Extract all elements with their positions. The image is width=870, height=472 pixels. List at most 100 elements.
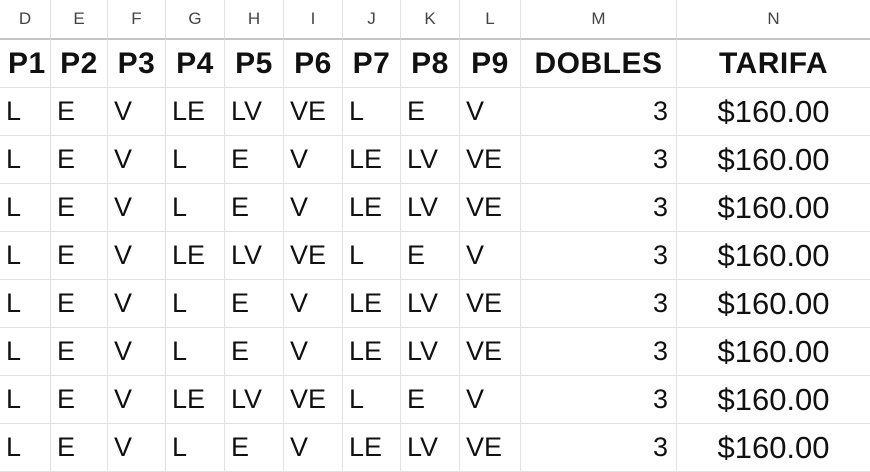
cell-p8[interactable]: LV	[401, 184, 460, 232]
cell-p1[interactable]: L	[0, 328, 51, 376]
cell-p2[interactable]: E	[51, 232, 108, 280]
cell-dobles[interactable]: 3	[521, 232, 677, 280]
cell-p5[interactable]: LV	[225, 88, 284, 136]
cell-p3[interactable]: V	[108, 232, 166, 280]
cell-tarifa[interactable]: $160.00	[677, 136, 870, 184]
cell-p6[interactable]: VE	[284, 232, 343, 280]
cell-p4[interactable]: L	[166, 280, 225, 328]
cell-p1[interactable]: L	[0, 232, 51, 280]
cell-p8[interactable]: E	[401, 376, 460, 424]
cell-p7[interactable]: L	[343, 376, 401, 424]
column-header-h[interactable]: H	[225, 0, 284, 40]
cell-p4[interactable]: LE	[166, 88, 225, 136]
cell-p7[interactable]: LE	[343, 328, 401, 376]
column-header-g[interactable]: G	[166, 0, 225, 40]
column-header-l[interactable]: L	[460, 0, 521, 40]
cell-p2[interactable]: E	[51, 280, 108, 328]
cell-p6[interactable]: V	[284, 280, 343, 328]
cell-dobles[interactable]: 3	[521, 88, 677, 136]
cell-p2[interactable]: E	[51, 328, 108, 376]
cell-tarifa[interactable]: $160.00	[677, 280, 870, 328]
cell-p2[interactable]: E	[51, 184, 108, 232]
cell-p4[interactable]: L	[166, 136, 225, 184]
cell-p6[interactable]: V	[284, 136, 343, 184]
cell-p9[interactable]: VE	[460, 136, 521, 184]
header-cell-p8[interactable]: P8	[401, 40, 460, 88]
cell-p3[interactable]: V	[108, 376, 166, 424]
cell-p9[interactable]: VE	[460, 280, 521, 328]
cell-p7[interactable]: LE	[343, 280, 401, 328]
header-cell-p2[interactable]: P2	[51, 40, 108, 88]
cell-p7[interactable]: LE	[343, 136, 401, 184]
cell-p2[interactable]: E	[51, 376, 108, 424]
cell-tarifa[interactable]: $160.00	[677, 376, 870, 424]
cell-p1[interactable]: L	[0, 376, 51, 424]
cell-p6[interactable]: V	[284, 328, 343, 376]
cell-p8[interactable]: LV	[401, 280, 460, 328]
cell-p6[interactable]: V	[284, 184, 343, 232]
cell-p5[interactable]: E	[225, 424, 284, 472]
cell-dobles[interactable]: 3	[521, 136, 677, 184]
cell-dobles[interactable]: 3	[521, 328, 677, 376]
column-header-k[interactable]: K	[401, 0, 460, 40]
cell-tarifa[interactable]: $160.00	[677, 328, 870, 376]
header-cell-p7[interactable]: P7	[343, 40, 401, 88]
header-cell-p3[interactable]: P3	[108, 40, 166, 88]
cell-p4[interactable]: L	[166, 328, 225, 376]
cell-p6[interactable]: VE	[284, 376, 343, 424]
cell-p9[interactable]: V	[460, 88, 521, 136]
cell-p4[interactable]: LE	[166, 232, 225, 280]
cell-p1[interactable]: L	[0, 88, 51, 136]
column-header-e[interactable]: E	[51, 0, 108, 40]
cell-p4[interactable]: L	[166, 424, 225, 472]
cell-p8[interactable]: LV	[401, 328, 460, 376]
cell-p7[interactable]: L	[343, 232, 401, 280]
cell-p9[interactable]: V	[460, 376, 521, 424]
cell-p5[interactable]: E	[225, 136, 284, 184]
cell-dobles[interactable]: 3	[521, 424, 677, 472]
cell-dobles[interactable]: 3	[521, 376, 677, 424]
header-cell-tarifa[interactable]: TARIFA	[677, 40, 870, 88]
cell-p7[interactable]: LE	[343, 424, 401, 472]
cell-p8[interactable]: E	[401, 232, 460, 280]
header-cell-p1[interactable]: P1	[0, 40, 51, 88]
header-cell-p4[interactable]: P4	[166, 40, 225, 88]
cell-tarifa[interactable]: $160.00	[677, 184, 870, 232]
cell-p5[interactable]: LV	[225, 376, 284, 424]
cell-tarifa[interactable]: $160.00	[677, 424, 870, 472]
cell-p2[interactable]: E	[51, 88, 108, 136]
cell-p9[interactable]: VE	[460, 424, 521, 472]
cell-p2[interactable]: E	[51, 136, 108, 184]
cell-p8[interactable]: E	[401, 88, 460, 136]
cell-p2[interactable]: E	[51, 424, 108, 472]
cell-dobles[interactable]: 3	[521, 184, 677, 232]
cell-p3[interactable]: V	[108, 280, 166, 328]
cell-dobles[interactable]: 3	[521, 280, 677, 328]
column-header-j[interactable]: J	[343, 0, 401, 40]
cell-p1[interactable]: L	[0, 280, 51, 328]
header-cell-dobles[interactable]: DOBLES	[521, 40, 677, 88]
cell-p5[interactable]: E	[225, 328, 284, 376]
column-header-i[interactable]: I	[284, 0, 343, 40]
header-cell-p5[interactable]: P5	[225, 40, 284, 88]
cell-p8[interactable]: LV	[401, 136, 460, 184]
cell-p3[interactable]: V	[108, 328, 166, 376]
header-cell-p9[interactable]: P9	[460, 40, 521, 88]
cell-p5[interactable]: LV	[225, 232, 284, 280]
cell-tarifa[interactable]: $160.00	[677, 88, 870, 136]
cell-p1[interactable]: L	[0, 184, 51, 232]
cell-p6[interactable]: V	[284, 424, 343, 472]
cell-p7[interactable]: LE	[343, 184, 401, 232]
cell-p9[interactable]: VE	[460, 328, 521, 376]
column-header-f[interactable]: F	[108, 0, 166, 40]
cell-p4[interactable]: L	[166, 184, 225, 232]
cell-tarifa[interactable]: $160.00	[677, 232, 870, 280]
header-cell-p6[interactable]: P6	[284, 40, 343, 88]
cell-p3[interactable]: V	[108, 136, 166, 184]
cell-p5[interactable]: E	[225, 184, 284, 232]
cell-p3[interactable]: V	[108, 424, 166, 472]
cell-p3[interactable]: V	[108, 88, 166, 136]
column-header-n[interactable]: N	[677, 0, 870, 40]
cell-p1[interactable]: L	[0, 424, 51, 472]
cell-p4[interactable]: LE	[166, 376, 225, 424]
